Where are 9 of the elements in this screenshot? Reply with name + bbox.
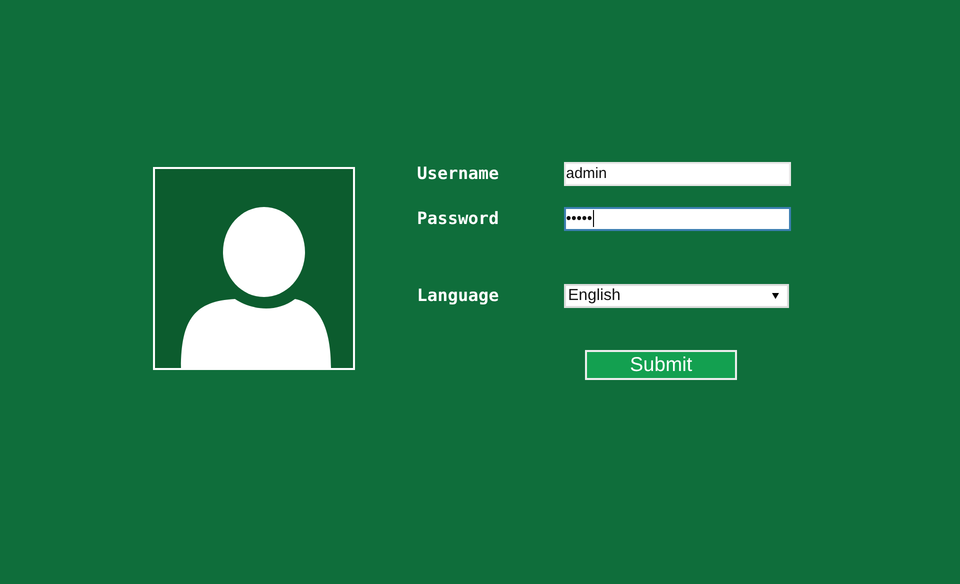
input-field[interactable]: ••••• bbox=[564, 206, 791, 230]
input-field[interactable]: admin bbox=[564, 162, 791, 186]
language-dropdown[interactable]: English bbox=[564, 284, 789, 308]
dropdown-arrow-icon bbox=[772, 292, 779, 298]
field-value: ••••• bbox=[566, 210, 592, 227]
field-label: Language bbox=[417, 286, 500, 306]
field-value: admin bbox=[566, 165, 607, 182]
field-label: Password bbox=[417, 208, 500, 228]
field-label: Username bbox=[417, 164, 500, 184]
